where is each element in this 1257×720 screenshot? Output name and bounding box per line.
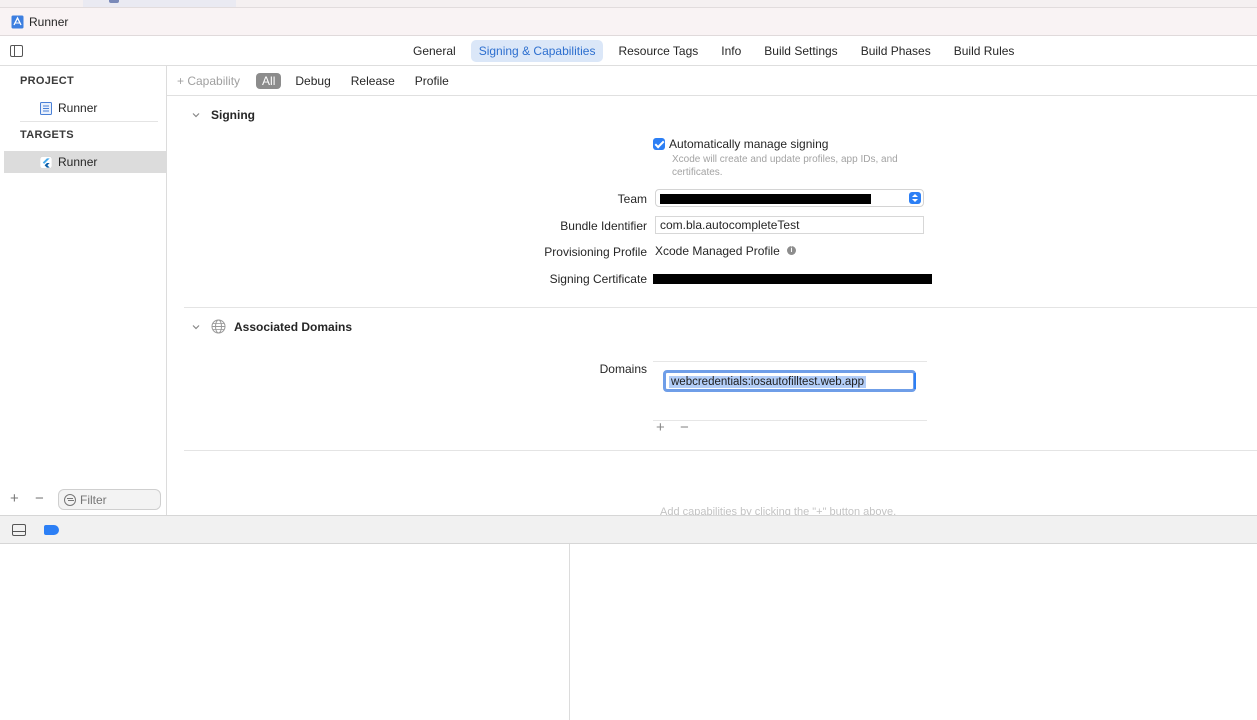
segment-debug[interactable]: Debug [289, 73, 336, 89]
provisioning-profile-value: Xcode Managed Profile [655, 244, 780, 258]
tab-build-rules[interactable]: Build Rules [946, 40, 1023, 62]
tab-signing-capabilities[interactable]: Signing & Capabilities [470, 40, 604, 62]
bundle-identifier-label: Bundle Identifier [560, 219, 647, 233]
chevron-down-icon[interactable] [192, 323, 200, 331]
domain-entry-text[interactable]: webcredentials:iosautofilltest.web.app [669, 376, 867, 388]
domains-label: Domains [599, 362, 647, 376]
sidebar-filter-field[interactable] [58, 489, 161, 510]
tab-general[interactable]: General [405, 40, 464, 62]
tabs: General Signing & Capabilities Resource … [405, 40, 1029, 62]
add-target-button[interactable]: + [10, 490, 19, 507]
team-select[interactable] [655, 189, 924, 207]
remove-domain-button[interactable]: − [680, 419, 689, 436]
debug-area-bar [0, 515, 1257, 544]
sidebar-divider [20, 121, 158, 122]
signing-capabilities-editor: + Capability All Debug Release Profile S… [167, 66, 1257, 515]
segment-release[interactable]: Release [345, 73, 401, 89]
globe-icon [211, 319, 226, 334]
window-tab-active[interactable] [83, 0, 236, 7]
window-tab-strip [0, 0, 1257, 8]
tab-build-phases[interactable]: Build Phases [853, 40, 939, 62]
tab-indicator [109, 0, 119, 3]
editor-tab-bar: General Signing & Capabilities Resource … [0, 37, 1257, 66]
project-target-sidebar: PROJECT Runner TARGETS Runner + − [0, 66, 167, 515]
auto-manage-signing-label[interactable]: Automatically manage signing [669, 137, 828, 151]
xcode-project-icon [11, 15, 24, 28]
sidebar-item-project-runner[interactable]: Runner [4, 97, 166, 119]
provisioning-profile-label: Provisioning Profile [544, 245, 647, 259]
sidebar-toggle-icon[interactable] [10, 45, 23, 57]
auto-manage-help-text: Xcode will create and update profiles, a… [672, 154, 898, 178]
sidebar-item-target-runner[interactable]: Runner [4, 151, 166, 173]
capability-filter-bar: + Capability All Debug Release Profile [167, 66, 1257, 96]
info-icon[interactable]: i [787, 246, 796, 255]
breadcrumb-project[interactable]: Runner [29, 15, 68, 29]
signing-section-header[interactable]: Signing [192, 108, 255, 122]
add-capabilities-hint: Add capabilities by clicking the "+" but… [660, 506, 897, 515]
section-title: Associated Domains [234, 319, 353, 334]
filter-icon [64, 493, 76, 506]
section-divider [184, 450, 1257, 451]
segment-all[interactable]: All [256, 72, 282, 89]
section-title: Signing [211, 108, 255, 122]
signing-certificate-label: Signing Certificate [549, 272, 647, 286]
breadcrumb: Runner [0, 8, 1257, 36]
auto-manage-signing-checkbox[interactable] [653, 138, 665, 150]
domain-entry-field[interactable]: webcredentials:iosautofilltest.web.app [663, 370, 916, 392]
remove-target-button[interactable]: − [35, 490, 44, 507]
section-divider [184, 307, 1257, 308]
segment-profile[interactable]: Profile [409, 73, 455, 89]
tab-resource-tags[interactable]: Resource Tags [610, 40, 706, 62]
project-section-header: PROJECT [20, 75, 75, 87]
team-label: Team [617, 192, 647, 206]
sidebar-item-label: Runner [58, 155, 98, 169]
console-view [570, 544, 1257, 720]
project-file-icon [40, 101, 52, 115]
sidebar-item-label: Runner [58, 101, 98, 115]
chevron-down-icon[interactable] [192, 111, 200, 119]
hide-debug-area-icon[interactable] [12, 524, 26, 536]
tab-build-settings[interactable]: Build Settings [756, 40, 845, 62]
targets-section-header: TARGETS [20, 129, 74, 141]
tab-info[interactable]: Info [713, 40, 749, 62]
redacted-team-value [660, 194, 871, 204]
flutter-app-icon [40, 155, 52, 169]
sidebar-footer: + − [0, 488, 166, 512]
variables-view [0, 544, 570, 720]
popup-stepper-icon [909, 192, 921, 204]
redacted-certificate-value [653, 274, 932, 284]
associated-domains-section-header[interactable]: Associated Domains [192, 319, 352, 334]
add-domain-button[interactable]: + [656, 419, 665, 436]
bundle-identifier-field[interactable] [655, 216, 924, 234]
breakpoint-icon[interactable] [44, 525, 59, 535]
add-capability-button[interactable]: + Capability [177, 74, 240, 88]
filter-input[interactable] [80, 492, 150, 507]
